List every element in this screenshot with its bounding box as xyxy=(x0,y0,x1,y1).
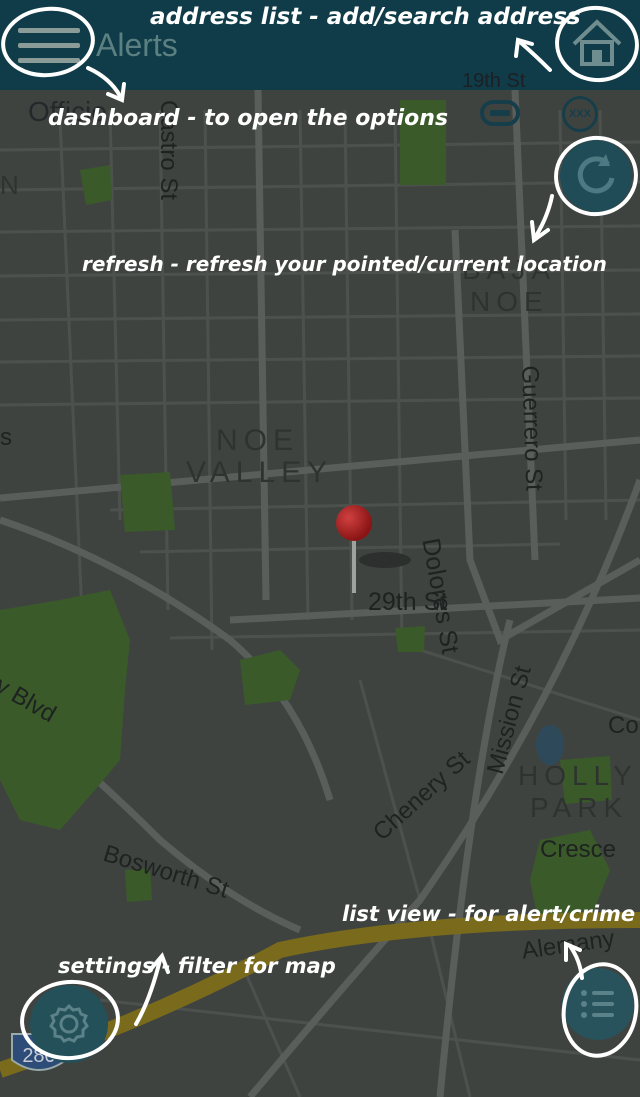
refresh-icon xyxy=(577,154,615,194)
street-label-29th: 29th St xyxy=(368,588,448,616)
toggle-icon[interactable] xyxy=(480,98,520,128)
page-title: Alerts xyxy=(96,27,178,63)
map-view[interactable] xyxy=(0,0,640,1097)
alert-count-badge[interactable]: XXX xyxy=(562,96,598,132)
app-screen: NOE VALLEY HOLLY PARK BAJA NOE Castro St… xyxy=(0,0,640,1097)
annotation-address-list: address list - add/search address xyxy=(150,4,581,30)
settings-button[interactable] xyxy=(30,985,108,1063)
list-view-button[interactable] xyxy=(562,968,634,1040)
pond xyxy=(536,725,564,765)
street-label-guerrero: Guerrero St xyxy=(516,365,548,492)
annotation-list-view: list view - for alert/crime xyxy=(342,902,636,926)
street-label-19th: 19th St xyxy=(462,70,526,92)
annotation-dashboard: dashboard - to open the options xyxy=(48,106,449,131)
street-label-co: Co xyxy=(608,712,639,739)
neighborhood-label-valley: VALLEY xyxy=(186,456,334,489)
hamburger-menu-icon[interactable] xyxy=(16,24,82,68)
annotation-settings: settings - filter for map xyxy=(58,954,336,978)
neighborhood-label-noe: NOE xyxy=(216,424,300,457)
neighborhood-label-noe-2: NOE xyxy=(470,286,549,317)
street-label-s: s xyxy=(0,424,12,451)
gear-icon xyxy=(49,1003,89,1043)
neighborhood-label-n: N xyxy=(0,170,25,200)
street-label-crescent: Cresce xyxy=(540,836,617,863)
neighborhood-label-holly: HOLLY xyxy=(518,760,638,791)
map-pin-icon[interactable] xyxy=(336,505,374,595)
refresh-button[interactable] xyxy=(560,140,632,212)
neighborhood-label-park: PARK xyxy=(530,792,629,823)
alert-count-text: XXX xyxy=(568,108,591,120)
list-icon xyxy=(581,990,614,1018)
annotation-refresh: refresh - refresh your pointed/current l… xyxy=(82,252,607,276)
